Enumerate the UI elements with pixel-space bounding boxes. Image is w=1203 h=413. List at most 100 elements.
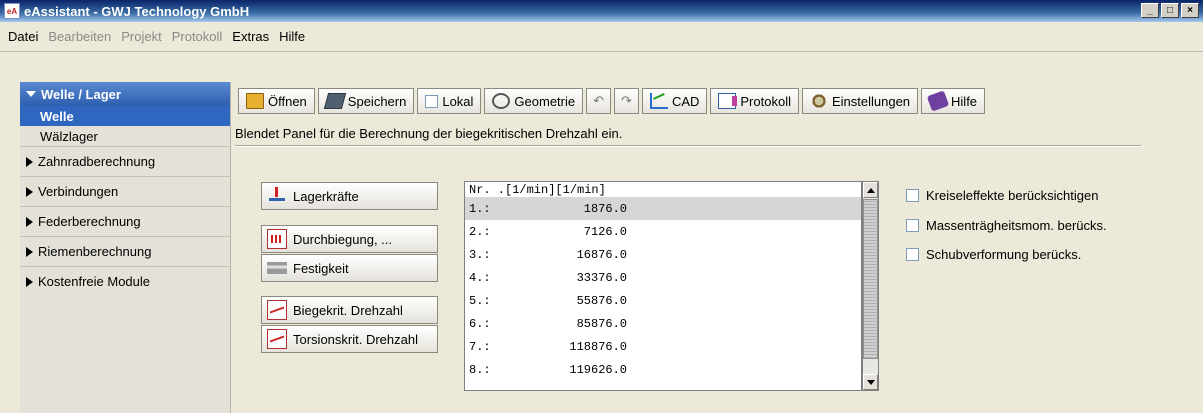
expanded-arrow-icon (26, 91, 36, 97)
menu-projekt[interactable]: Projekt (121, 29, 161, 44)
collapsed-arrow-icon (26, 276, 33, 287)
list-header: Nr. .[1/min][1/min] (469, 182, 606, 197)
sidebar-group-riemenberechnung[interactable]: Riemenberechnung (20, 236, 230, 266)
strength-button[interactable]: Festigkeit (261, 254, 438, 282)
separator (235, 145, 1141, 147)
strength-icon (267, 262, 287, 274)
undo-button[interactable]: ↶ (586, 88, 612, 114)
sidebar-group-label: Verbindungen (38, 184, 119, 199)
list-item[interactable]: 3.: 16876.0 (465, 243, 861, 266)
list-item[interactable]: 7.: 118876.0 (465, 335, 861, 358)
local-toggle[interactable]: Lokal (417, 88, 482, 114)
mass-inertia-checkbox[interactable] (906, 218, 919, 232)
list-item[interactable]: 8.: 119626.0 (465, 358, 861, 381)
menu-hilfe[interactable]: Hilfe (279, 29, 305, 44)
sidebar-group-label: Zahnradberechnung (38, 154, 156, 169)
open-label: Öffnen (268, 93, 307, 109)
module-navigation: Welle / Lager Welle Wälzlager Zahnradber… (20, 82, 231, 413)
sidebar-group-label: Kostenfreie Module (38, 274, 151, 289)
scroll-up-arrow-icon[interactable] (863, 182, 878, 198)
shear-deformation-option[interactable]: Schubverformung berücks. (906, 245, 1081, 263)
bearing-forces-label: Lagerkräfte (293, 188, 359, 204)
protocol-icon (718, 93, 738, 109)
torsion-critical-speed-label: Torsionskrit. Drehzahl (293, 331, 418, 347)
close-button[interactable]: × (1181, 3, 1199, 18)
torsion-critical-speed-icon (267, 329, 287, 349)
protocol-button[interactable]: Protokoll (710, 88, 799, 114)
save-button[interactable]: Speichern (317, 88, 415, 114)
deflection-label: Durchbiegung, ... (293, 231, 393, 247)
sidebar-section-welle-lager[interactable]: Welle / Lager (20, 82, 230, 106)
sidebar-group-zahnradberechnung[interactable]: Zahnradberechnung (20, 146, 230, 176)
list-item-nr: 8.: (469, 362, 491, 377)
strength-label: Festigkeit (293, 260, 349, 276)
geometry-icon (492, 93, 511, 109)
cad-label: CAD (671, 93, 700, 109)
toolbar: Öffnen Speichern Lokal Geometrie ↶ ↷ CAD… (235, 86, 986, 116)
sidebar-item-waelzlager[interactable]: Wälzlager (20, 126, 230, 146)
list-item-nr: 4.: (469, 270, 491, 285)
help-label: Hilfe (951, 93, 978, 109)
collapsed-arrow-icon (26, 186, 33, 197)
collapsed-arrow-icon (26, 216, 33, 227)
scroll-thumb[interactable] (863, 199, 878, 359)
bending-critical-speed-icon (267, 300, 287, 320)
list-item-value: 55876.0 (576, 293, 627, 308)
gyroscopic-effects-label: Kreiseleffekte berücksichtigen (926, 187, 1099, 203)
cad-button[interactable]: CAD (641, 88, 708, 114)
panel-description: Blendet Panel für die Berechnung der bie… (235, 126, 623, 141)
critical-speed-list[interactable]: Nr. .[1/min][1/min] 1.: 1876.0 2.: 7126.… (464, 181, 862, 391)
redo-icon: ↷ (621, 93, 632, 108)
list-item-value: 16876.0 (576, 247, 627, 262)
geometry-button[interactable]: Geometrie (484, 88, 584, 114)
mass-inertia-label: Massenträgheitsmom. berücks. (926, 217, 1107, 233)
bending-critical-speed-button[interactable]: Biegekrit. Drehzahl (261, 296, 438, 324)
gear-icon (809, 93, 828, 109)
open-button[interactable]: Öffnen (238, 88, 315, 114)
sidebar-item-welle[interactable]: Welle (20, 106, 230, 126)
local-checkbox[interactable] (425, 94, 439, 108)
disk-save-icon (323, 93, 346, 109)
sidebar-group-label: Federberechnung (38, 214, 141, 229)
list-item-nr: 2.: (469, 224, 491, 239)
menu-datei[interactable]: Datei (8, 29, 38, 44)
sidebar-group-label: Riemenberechnung (38, 244, 152, 259)
scroll-down-arrow-icon[interactable] (863, 374, 878, 390)
list-item-value: 119626.0 (569, 362, 627, 377)
list-item-value: 33376.0 (576, 270, 627, 285)
menu-protokoll[interactable]: Protokoll (172, 29, 223, 44)
torsion-critical-speed-button[interactable]: Torsionskrit. Drehzahl (261, 325, 438, 353)
redo-button[interactable]: ↷ (614, 88, 639, 114)
bending-critical-speed-label: Biegekrit. Drehzahl (293, 302, 403, 318)
bearing-forces-button[interactable]: Lagerkräfte (261, 182, 438, 210)
list-item[interactable]: 5.: 55876.0 (465, 289, 861, 312)
menu-bar: Datei Bearbeiten Projekt Protokoll Extra… (0, 22, 1203, 52)
list-item[interactable]: 6.: 85876.0 (465, 312, 861, 335)
menu-bearbeiten[interactable]: Bearbeiten (48, 29, 111, 44)
gyroscopic-effects-option[interactable]: Kreiseleffekte berücksichtigen (906, 186, 1098, 204)
sidebar-group-verbindungen[interactable]: Verbindungen (20, 176, 230, 206)
list-item[interactable]: 1.: 1876.0 (465, 197, 861, 220)
help-book-icon (926, 90, 950, 112)
collapsed-arrow-icon (26, 156, 33, 167)
collapsed-arrow-icon (26, 246, 33, 257)
sidebar-group-kostenfreie-module[interactable]: Kostenfreie Module (20, 266, 230, 296)
maximize-button[interactable]: □ (1161, 3, 1179, 18)
sidebar-group-federberechnung[interactable]: Federberechnung (20, 206, 230, 236)
list-item-value: 85876.0 (576, 316, 627, 331)
list-item[interactable]: 2.: 7126.0 (465, 220, 861, 243)
geometry-label: Geometrie (514, 93, 576, 109)
menu-extras[interactable]: Extras (232, 29, 269, 44)
minimize-button[interactable]: _ (1141, 3, 1159, 18)
list-item[interactable]: 4.: 33376.0 (465, 266, 861, 289)
help-button[interactable]: Hilfe (921, 88, 986, 114)
mass-inertia-option[interactable]: Massenträgheitsmom. berücks. (906, 216, 1107, 234)
list-item-nr: 7.: (469, 339, 491, 354)
sidebar-section-label: Welle / Lager (41, 86, 121, 102)
list-scrollbar[interactable] (862, 181, 879, 391)
gyroscopic-effects-checkbox[interactable] (906, 188, 919, 202)
undo-icon: ↶ (593, 93, 605, 108)
deflection-button[interactable]: Durchbiegung, ... (261, 225, 438, 253)
settings-button[interactable]: Einstellungen (801, 88, 919, 114)
shear-deformation-checkbox[interactable] (906, 247, 919, 261)
